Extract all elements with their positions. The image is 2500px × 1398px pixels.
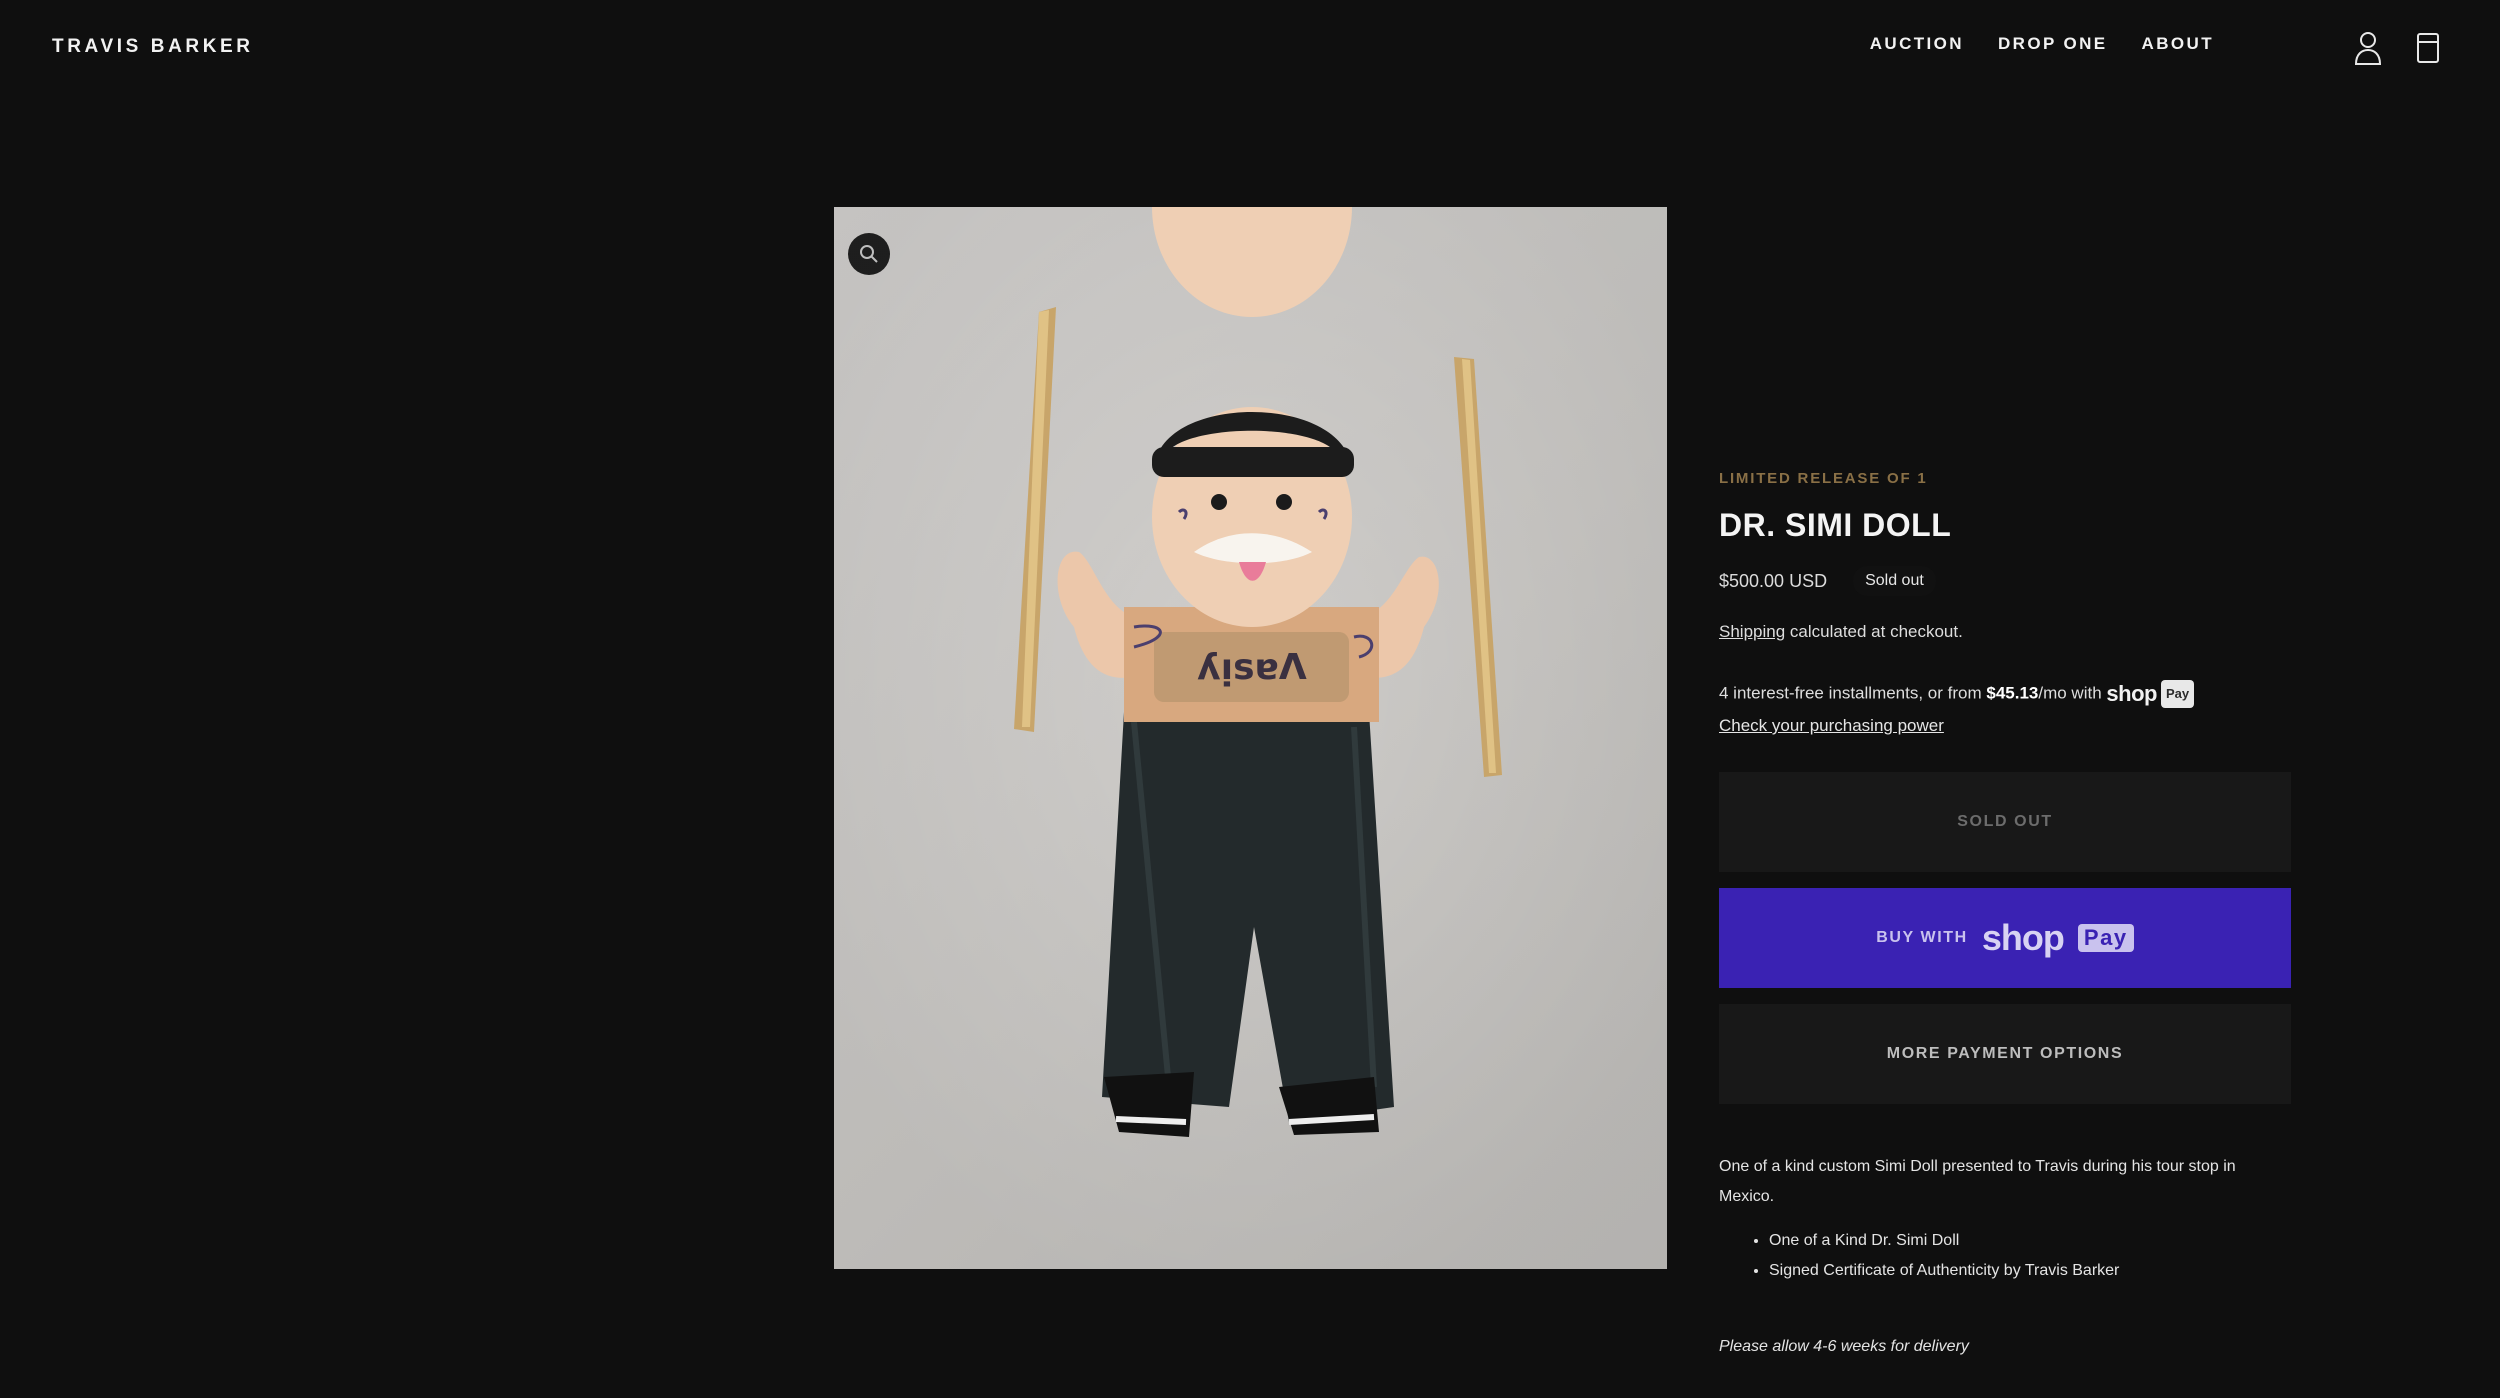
nav-auction[interactable]: AUCTION: [1870, 34, 1964, 54]
svg-text:ʎᴉsɐΛ: ʎᴉsɐΛ: [1197, 647, 1307, 688]
shipping-note: Shipping calculated at checkout.: [1719, 622, 2291, 642]
doll-illustration: ʎᴉsɐΛ: [834, 207, 1667, 1269]
delivery-note: Please allow 4-6 weeks for delivery: [1719, 1338, 1969, 1355]
shipping-text: calculated at checkout.: [1785, 622, 1963, 641]
product-page: TRAVIS BARKER AUCTION DROP ONE ABOUT ʎᴉs…: [0, 0, 2500, 1398]
feature-list: One of a Kind Dr. Simi Doll Signed Certi…: [1719, 1226, 2291, 1286]
sold-out-button[interactable]: SOLD OUT: [1719, 772, 2291, 872]
nav-about[interactable]: ABOUT: [2142, 34, 2214, 54]
installments-prefix: 4 interest-free installments, or from: [1719, 683, 1987, 703]
product-description: One of a kind custom Simi Doll presented…: [1719, 1158, 2236, 1205]
check-purchasing-power-link[interactable]: Check your purchasing power: [1719, 716, 1944, 736]
product-price: $500.00 USD: [1719, 570, 1828, 591]
cart-icon[interactable]: [2412, 30, 2444, 66]
buy-with-shoppay-button[interactable]: BUY WITH shop Pay: [1719, 888, 2291, 988]
list-item: One of a Kind Dr. Simi Doll: [1769, 1226, 2291, 1256]
product-image[interactable]: ʎᴉsɐΛ: [834, 207, 1667, 1269]
pay-chip: Pay: [2077, 924, 2134, 952]
nav-drop-one[interactable]: DROP ONE: [1998, 34, 2108, 54]
more-payment-options-button[interactable]: MORE PAYMENT OPTIONS: [1719, 1004, 2291, 1104]
list-item: Signed Certificate of Authenticity by Tr…: [1769, 1256, 2291, 1286]
product-title: DR. SIMI DOLL: [1719, 507, 1952, 543]
product-info: LIMITED RELEASE OF 1 DR. SIMI DOLL $500.…: [1719, 470, 2291, 1356]
installments-text: 4 interest-free installments, or from $4…: [1719, 680, 2291, 708]
main-nav: AUCTION DROP ONE ABOUT: [1870, 34, 2214, 54]
status-badge: Sold out: [1853, 566, 1936, 596]
price-row: $500.00 USD Sold out: [1719, 566, 2291, 596]
shipping-link[interactable]: Shipping: [1719, 622, 1785, 641]
limited-release-label: LIMITED RELEASE OF 1: [1719, 470, 1928, 487]
buy-with-label: BUY WITH: [1876, 929, 1968, 946]
shoppay-logo: shop Pay: [2106, 680, 2195, 708]
shop-word: shop: [2106, 681, 2157, 706]
shop-word: shop: [1981, 917, 2065, 958]
brand-logo[interactable]: TRAVIS BARKER: [52, 36, 254, 58]
pay-chip: Pay: [2160, 680, 2195, 708]
account-icon[interactable]: [2352, 30, 2384, 66]
installments-suffix: /mo with: [2038, 683, 2107, 703]
installments-amount: $45.13: [1986, 683, 2039, 703]
